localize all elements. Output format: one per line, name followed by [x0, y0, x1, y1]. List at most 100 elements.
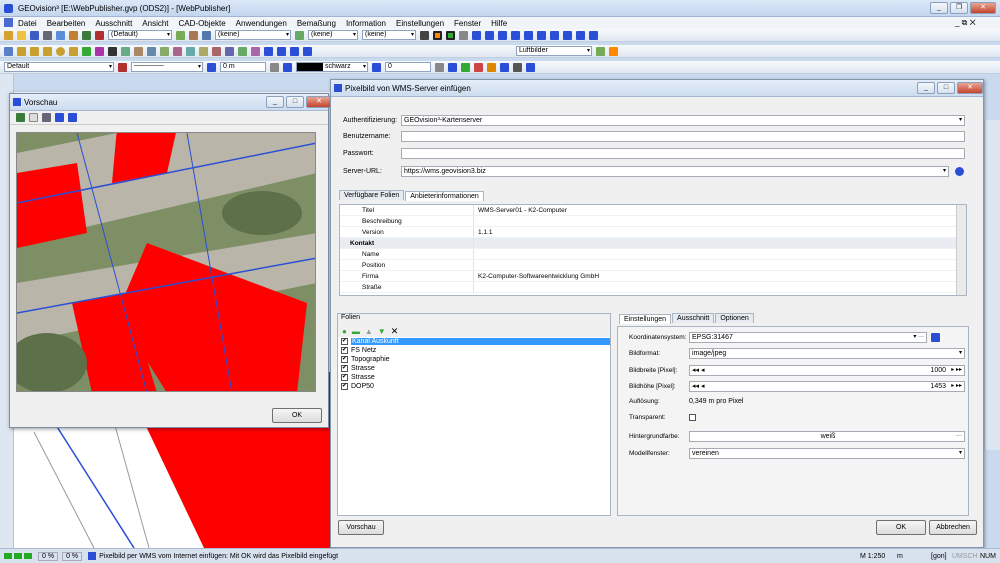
menu-bemassung[interactable]: Bemaßung	[297, 19, 336, 28]
save-icon[interactable]	[30, 30, 39, 40]
cancel-button[interactable]: Abbrechen	[929, 520, 977, 535]
menu-datei[interactable]: Datei	[18, 19, 37, 28]
linetype-combo[interactable]: ────── ▾	[131, 62, 203, 72]
bgcolor-field[interactable]: weiß ···	[689, 431, 965, 442]
image-icon[interactable]	[596, 46, 605, 56]
rotate-icon[interactable]	[160, 46, 169, 56]
arc-icon[interactable]	[43, 46, 52, 56]
ok-button[interactable]: OK	[876, 520, 926, 535]
info-icon[interactable]	[303, 46, 312, 56]
tab-provider-info[interactable]: Anbieterinformationen	[405, 191, 484, 201]
color-icon[interactable]	[283, 62, 292, 72]
text-icon[interactable]	[498, 30, 507, 40]
password-input[interactable]	[401, 148, 965, 159]
remove-layer-icon[interactable]: ▬	[352, 327, 360, 336]
grid-icon[interactable]	[459, 30, 468, 40]
table-icon[interactable]	[472, 30, 481, 40]
property-row[interactable]: Name	[340, 249, 966, 260]
preview-ok-button[interactable]: OK	[272, 408, 322, 423]
layer-item[interactable]: ✔ FS Netz	[338, 346, 610, 355]
menu-einstellungen[interactable]: Einstellungen	[396, 19, 444, 28]
frame2-icon[interactable]	[446, 30, 455, 40]
tab-optionen[interactable]: Optionen	[715, 313, 754, 323]
spin2-icon[interactable]	[435, 62, 444, 72]
join-icon[interactable]	[238, 46, 247, 56]
attr6-icon[interactable]	[513, 62, 522, 72]
url-select[interactable]: https://wms.geovision3.biz ▾	[401, 166, 949, 177]
circle-icon[interactable]	[56, 46, 65, 56]
tab-ausschnitt[interactable]: Ausschnitt	[672, 313, 715, 323]
close-button[interactable]: ✕	[970, 2, 996, 14]
layer-checkbox[interactable]: ✔	[341, 356, 348, 363]
preview-max-button[interactable]: □	[286, 96, 304, 108]
restore-button[interactable]: ❐	[950, 2, 968, 14]
color-combo[interactable]: schwarz ▾	[296, 62, 368, 72]
attr2-icon[interactable]	[461, 62, 470, 72]
attr1-icon[interactable]	[448, 62, 457, 72]
property-row[interactable]: Version 1.1.1	[340, 227, 966, 238]
tab-available-layers[interactable]: Verfügbare Folien	[339, 190, 405, 200]
size-field[interactable]: 0 m	[220, 62, 266, 72]
text7-icon[interactable]	[576, 30, 585, 40]
pointer-icon[interactable]	[4, 46, 13, 56]
layer3-icon[interactable]	[202, 30, 211, 40]
property-row[interactable]: Straße	[340, 282, 966, 293]
attr5-icon[interactable]	[500, 62, 509, 72]
grid2-icon[interactable]	[485, 30, 494, 40]
image2-icon[interactable]	[609, 46, 618, 56]
text5-icon[interactable]	[550, 30, 559, 40]
luftbilder-combo[interactable]: Luftbilder ▾	[516, 46, 592, 56]
crs-select[interactable]: EPSG:31467 ▾ ···	[689, 332, 927, 343]
mdi-controls[interactable]: _ ⧉ ✕	[955, 18, 976, 28]
snap-icon[interactable]	[420, 30, 429, 40]
props-scrollbar[interactable]	[956, 205, 966, 295]
dialog-min-button[interactable]: _	[917, 82, 935, 94]
undo-icon[interactable]	[82, 30, 91, 40]
redo-icon[interactable]	[95, 30, 104, 40]
rotation-icon[interactable]	[372, 62, 381, 72]
move-up-icon[interactable]: ▲	[365, 327, 373, 336]
keine-combo-3[interactable]: (keine) ▾	[362, 30, 416, 40]
property-row[interactable]: Titel WMS-Server01 - K2-Computer	[340, 205, 966, 216]
preview-pan-icon[interactable]	[68, 113, 77, 122]
preview-close-button[interactable]: ✕	[306, 96, 332, 108]
text8-icon[interactable]	[589, 30, 598, 40]
layer-item[interactable]: ✔ Topographie	[338, 355, 610, 364]
vorschau-button[interactable]: Vorschau	[338, 520, 384, 535]
preview-copy-icon[interactable]	[29, 113, 38, 122]
size-spin-icon[interactable]	[270, 62, 279, 72]
property-row[interactable]: Firma K2-Computer-Softwareentwicklung Gmb…	[340, 271, 966, 282]
mirror-icon[interactable]	[186, 46, 195, 56]
keine-combo-2[interactable]: (keine) ▾	[308, 30, 358, 40]
layer-item[interactable]: ✔ Kanal Auskunft	[338, 337, 610, 346]
layer-item[interactable]: ✔ DOP50	[338, 382, 610, 391]
model-select[interactable]: vereinen ▾	[689, 448, 965, 459]
text4-icon[interactable]	[537, 30, 546, 40]
format-select[interactable]: image/jpeg ▾	[689, 348, 965, 359]
text3-icon[interactable]	[524, 30, 533, 40]
menu-fenster[interactable]: Fenster	[454, 19, 481, 28]
symbol-icon[interactable]	[95, 46, 104, 56]
width-input[interactable]: ◂◂ ◂ 1000 ▸ ▸▸	[689, 365, 965, 376]
transparent-checkbox[interactable]	[689, 414, 696, 421]
move-icon[interactable]	[147, 46, 156, 56]
layer-checkbox[interactable]: ✔	[341, 347, 348, 354]
print-icon[interactable]	[43, 30, 52, 40]
menu-bearbeiten[interactable]: Bearbeiten	[47, 19, 86, 28]
layer-checkbox[interactable]: ✔	[341, 365, 348, 372]
new-icon[interactable]	[4, 30, 13, 40]
line-icon[interactable]	[17, 46, 26, 56]
preview-fit-icon[interactable]	[55, 113, 64, 122]
height-input[interactable]: ◂◂ ◂ 1453 ▸ ▸▸	[689, 381, 965, 392]
zoom-icon[interactable]	[264, 46, 273, 56]
text2-icon[interactable]	[511, 30, 520, 40]
keine-combo-1[interactable]: (keine) ▾	[215, 30, 291, 40]
menu-cad-objekte[interactable]: CAD-Objekte	[179, 19, 226, 28]
menu-information[interactable]: Information	[346, 19, 386, 28]
point-icon[interactable]	[82, 46, 91, 56]
frame-icon[interactable]	[433, 30, 442, 40]
text-tool-icon[interactable]	[108, 46, 117, 56]
attr3-icon[interactable]	[474, 62, 483, 72]
minimize-button[interactable]: _	[930, 2, 948, 14]
layer-checkbox[interactable]: ✔	[341, 383, 348, 390]
